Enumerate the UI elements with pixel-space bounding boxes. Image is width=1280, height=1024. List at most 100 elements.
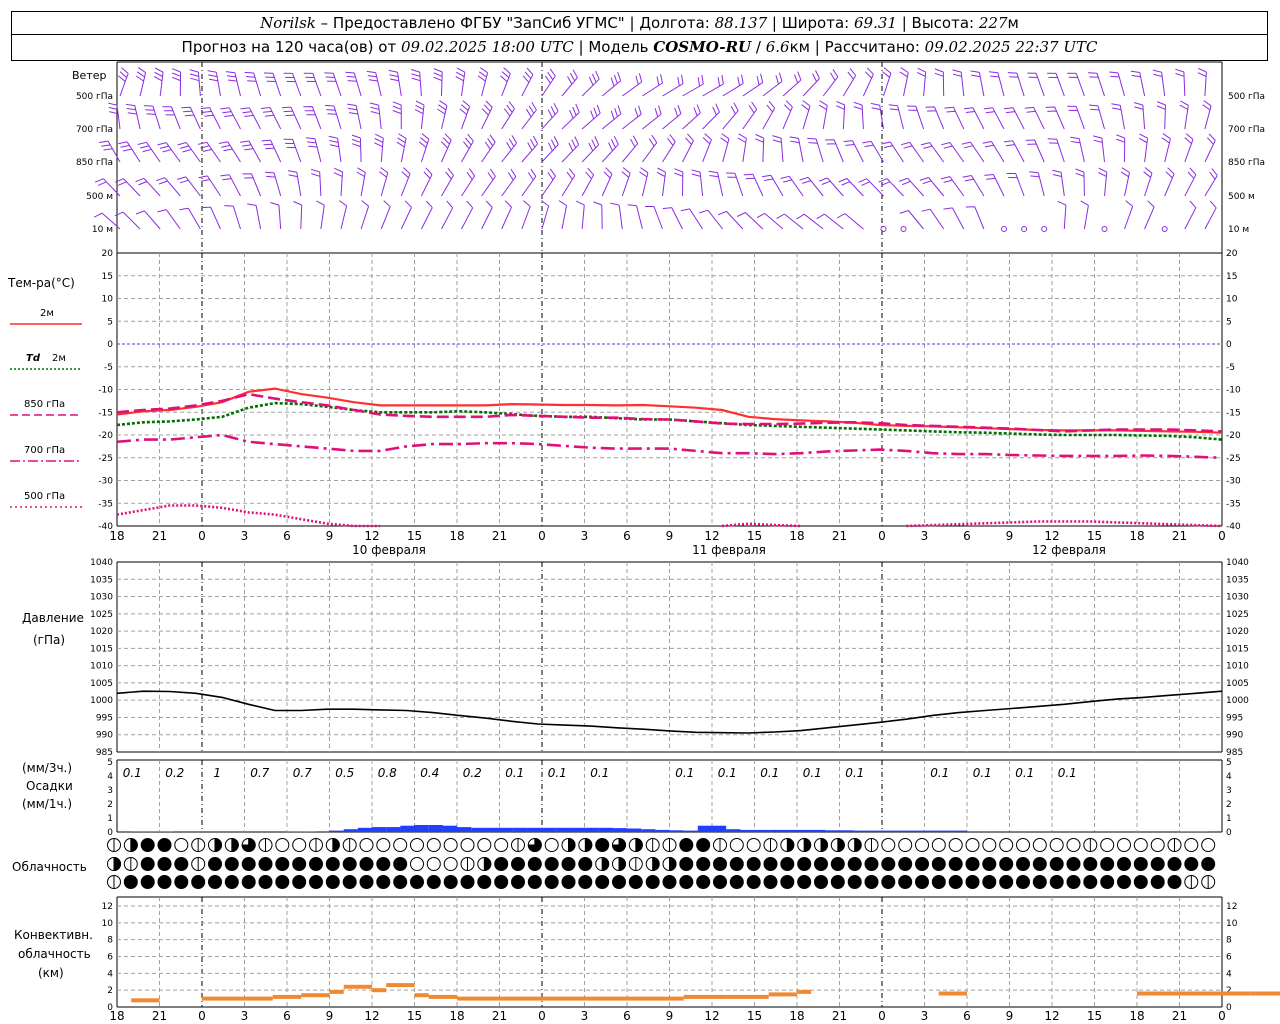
precip-tick-left: 3 — [107, 786, 113, 796]
wind-barb — [799, 176, 824, 197]
wind-barb — [720, 133, 730, 163]
wind-barb — [356, 167, 366, 197]
wind-barb — [400, 200, 412, 230]
wind-barb — [900, 141, 925, 163]
cloud-cover-symbol — [729, 875, 744, 889]
hour-tick-label-bottom: 21 — [492, 1009, 507, 1023]
precip-bar — [768, 829, 783, 832]
cloud-cover-symbol — [410, 857, 424, 871]
wind-level-label-left: 500 м — [86, 192, 113, 202]
cloud-cover-symbol — [1016, 875, 1030, 889]
wind-barb — [807, 137, 824, 163]
pres-tick-right: 1010 — [1226, 662, 1249, 672]
wind-barb — [708, 170, 724, 197]
temp-tick-right: -25 — [1226, 454, 1241, 464]
precip-bar — [1108, 831, 1123, 832]
cloud-cover-symbol — [426, 838, 441, 852]
cloud-cover-fill — [803, 837, 812, 853]
wind-barb — [1109, 71, 1125, 97]
temp-tick-left: -35 — [98, 499, 113, 509]
wind-barb — [521, 67, 534, 97]
wind-barb — [1007, 72, 1025, 97]
wind-barb — [338, 200, 348, 230]
wind-barb — [601, 167, 613, 197]
wind-barb — [153, 67, 164, 97]
cloud-cover-symbol — [847, 875, 862, 889]
wind-barb — [441, 200, 454, 230]
precip-bar — [712, 825, 727, 832]
precip-bar — [414, 825, 429, 832]
cloud-cover-symbol — [965, 875, 980, 889]
wind-barb — [1197, 67, 1207, 97]
wind-calm-symbol — [1161, 226, 1168, 232]
date-label-3: 12 февраля — [1032, 543, 1106, 557]
wind-barb — [261, 139, 282, 163]
wind-barb — [970, 70, 985, 97]
cloud-cover-fill — [669, 856, 677, 872]
wind-barb — [641, 134, 658, 163]
wind-barb — [789, 136, 804, 163]
wind-barb — [303, 106, 322, 130]
wind-barb — [521, 200, 531, 230]
wind-barb — [925, 106, 945, 130]
cloud-cover-fill — [652, 856, 660, 872]
conv-title-1: Конвективн. — [14, 928, 93, 942]
temp-series-line — [116, 504, 381, 528]
cloud-cover-symbol — [241, 875, 256, 889]
wind-barb — [541, 102, 559, 130]
precip-unit-1h: (мм/1ч.) — [22, 797, 72, 811]
cloud-cover-symbol — [982, 857, 997, 871]
conv-tick-right: 12 — [1226, 902, 1237, 912]
hour-tick-label: 21 — [492, 529, 507, 543]
cloud-cover-symbol — [1083, 857, 1098, 871]
wind-barb — [118, 67, 129, 97]
hour-tick-label-bottom: 12 — [1044, 1009, 1059, 1023]
wind-barb — [762, 100, 776, 130]
precip-3h-amount: 0.1 — [803, 766, 822, 780]
cloud-cover-symbol — [140, 838, 155, 852]
wind-barb — [725, 172, 744, 197]
wind-barb — [621, 135, 639, 163]
wind-barb — [501, 168, 517, 197]
conv-cloud-bar — [938, 991, 967, 996]
precip-bar — [527, 827, 542, 832]
wind-barb — [772, 135, 784, 163]
cloud-cover-fill — [483, 856, 492, 872]
wind-barb — [414, 100, 425, 130]
conv-cloud-bar — [797, 989, 812, 994]
wind-barb — [500, 67, 511, 97]
hour-tick-label: 0 — [878, 529, 886, 543]
temp-tick-left: -10 — [98, 386, 113, 396]
date-label-2: 11 февраля — [692, 543, 766, 557]
hour-tick-label-bottom: 18 — [449, 1009, 464, 1023]
wind-barb — [1161, 133, 1171, 163]
temp-tick-right: 20 — [1226, 249, 1238, 259]
conv-unit: (км) — [38, 966, 64, 980]
cloud-cover-symbol — [780, 857, 795, 871]
wind-barb — [680, 208, 704, 230]
cloud-cover-symbol — [544, 875, 559, 889]
precip-bar — [542, 827, 557, 832]
cloud-cover-symbol — [915, 875, 929, 889]
wind-barb — [1152, 69, 1166, 97]
conv-cloud-bar — [768, 992, 797, 997]
hour-tick-label-bottom: 12 — [704, 1009, 719, 1023]
wind-barb — [1075, 168, 1085, 197]
wind-barb — [157, 209, 181, 230]
cloud-cover-symbol — [746, 838, 761, 852]
wind-barb — [1047, 72, 1065, 97]
cloud-cover-symbol — [1066, 838, 1081, 852]
cloud-cover-symbol — [511, 857, 525, 871]
precip-3h-amount: 0.8 — [378, 766, 397, 780]
conv-cloud-bar — [726, 994, 769, 999]
cloud-cover-symbol — [814, 875, 828, 889]
wind-barb — [882, 67, 892, 97]
wind-barb — [1133, 102, 1146, 130]
cloud-cover-symbol — [1133, 857, 1148, 871]
wind-barb — [433, 68, 443, 97]
hour-tick-label-bottom: 3 — [581, 1009, 589, 1023]
wind-barb — [662, 134, 676, 163]
wind-barb — [1111, 103, 1125, 130]
hour-tick-label: 9 — [666, 529, 674, 543]
wind-barb — [1047, 138, 1065, 163]
